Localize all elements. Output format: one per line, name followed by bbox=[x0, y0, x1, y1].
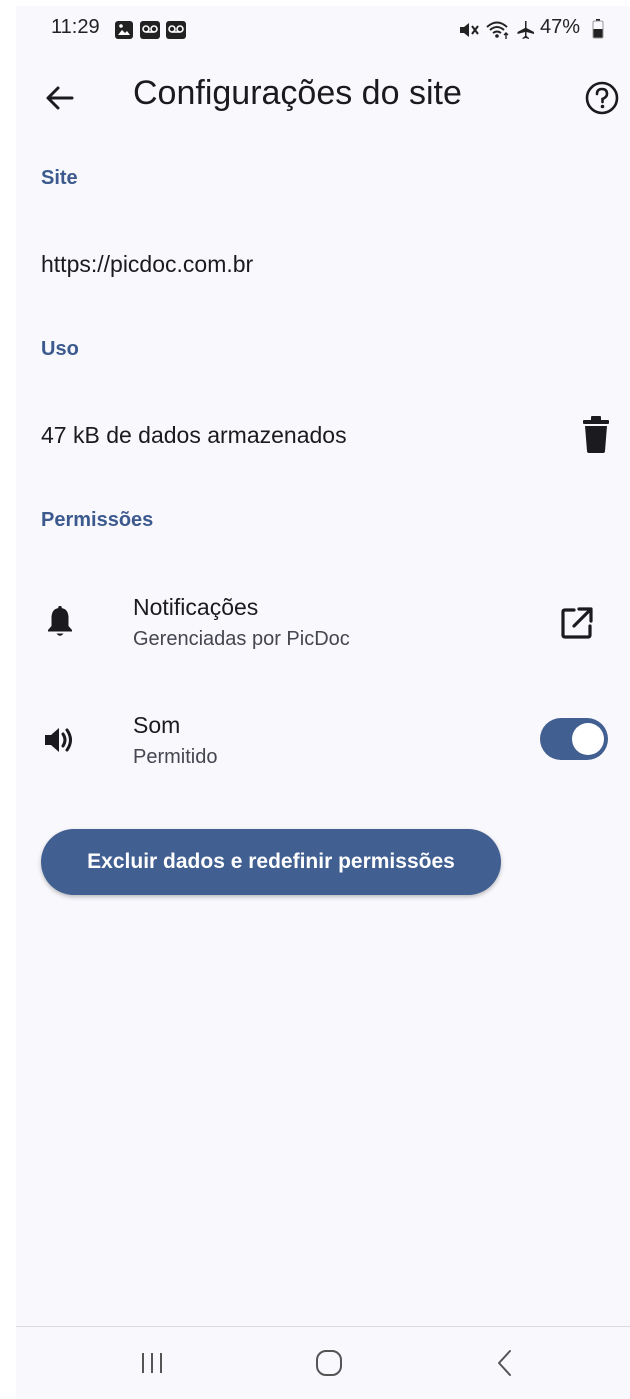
airplane-icon bbox=[517, 21, 534, 39]
reset-permissions-button[interactable]: Excluir dados e redefinir permissões bbox=[41, 829, 501, 895]
page-title: Configurações do site bbox=[133, 74, 462, 112]
permission-title: Notificações bbox=[133, 594, 259, 620]
back-icon[interactable] bbox=[483, 1341, 527, 1385]
mute-icon bbox=[460, 23, 479, 37]
sound-toggle[interactable] bbox=[540, 718, 608, 760]
app-bar: Configurações do site bbox=[16, 52, 630, 138]
voicemail-icon bbox=[166, 21, 186, 39]
site-url: https://picdoc.com.br bbox=[41, 251, 254, 277]
trash-icon[interactable] bbox=[578, 414, 614, 454]
status-time: 11:29 bbox=[51, 16, 100, 38]
site-section-header: Site bbox=[41, 167, 78, 189]
open-external-icon[interactable] bbox=[557, 603, 597, 643]
permission-sound-row[interactable]: Som Permitido bbox=[16, 694, 630, 790]
home-icon[interactable] bbox=[307, 1341, 351, 1385]
voicemail-icon bbox=[140, 21, 160, 39]
stored-data-text: 47 kB de dados armazenados bbox=[41, 422, 347, 448]
speaker-icon bbox=[45, 728, 72, 752]
toggle-knob bbox=[572, 723, 604, 755]
permission-title: Som bbox=[133, 712, 181, 738]
permission-subtitle: Permitido bbox=[133, 746, 218, 768]
recent-apps-icon[interactable] bbox=[130, 1341, 174, 1385]
permission-subtitle: Gerenciadas por PicDoc bbox=[133, 628, 350, 650]
battery-icon bbox=[592, 19, 604, 39]
battery-level: 47% bbox=[540, 16, 581, 38]
wifi-icon bbox=[486, 21, 509, 39]
status-bar: 11:29 47% bbox=[16, 6, 630, 52]
arrow-back-icon[interactable] bbox=[38, 76, 82, 120]
usage-section-header: Uso bbox=[41, 338, 79, 360]
permission-notifications-row[interactable]: Notificações Gerenciadas por PicDoc bbox=[16, 576, 630, 672]
image-icon bbox=[115, 21, 133, 39]
help-circle-icon[interactable] bbox=[582, 78, 622, 118]
screen: 11:29 47% Configurações do site Site htt… bbox=[16, 6, 630, 1399]
bell-icon bbox=[48, 606, 72, 636]
system-nav-bar bbox=[16, 1326, 630, 1399]
permissions-section-header: Permissões bbox=[41, 509, 154, 531]
